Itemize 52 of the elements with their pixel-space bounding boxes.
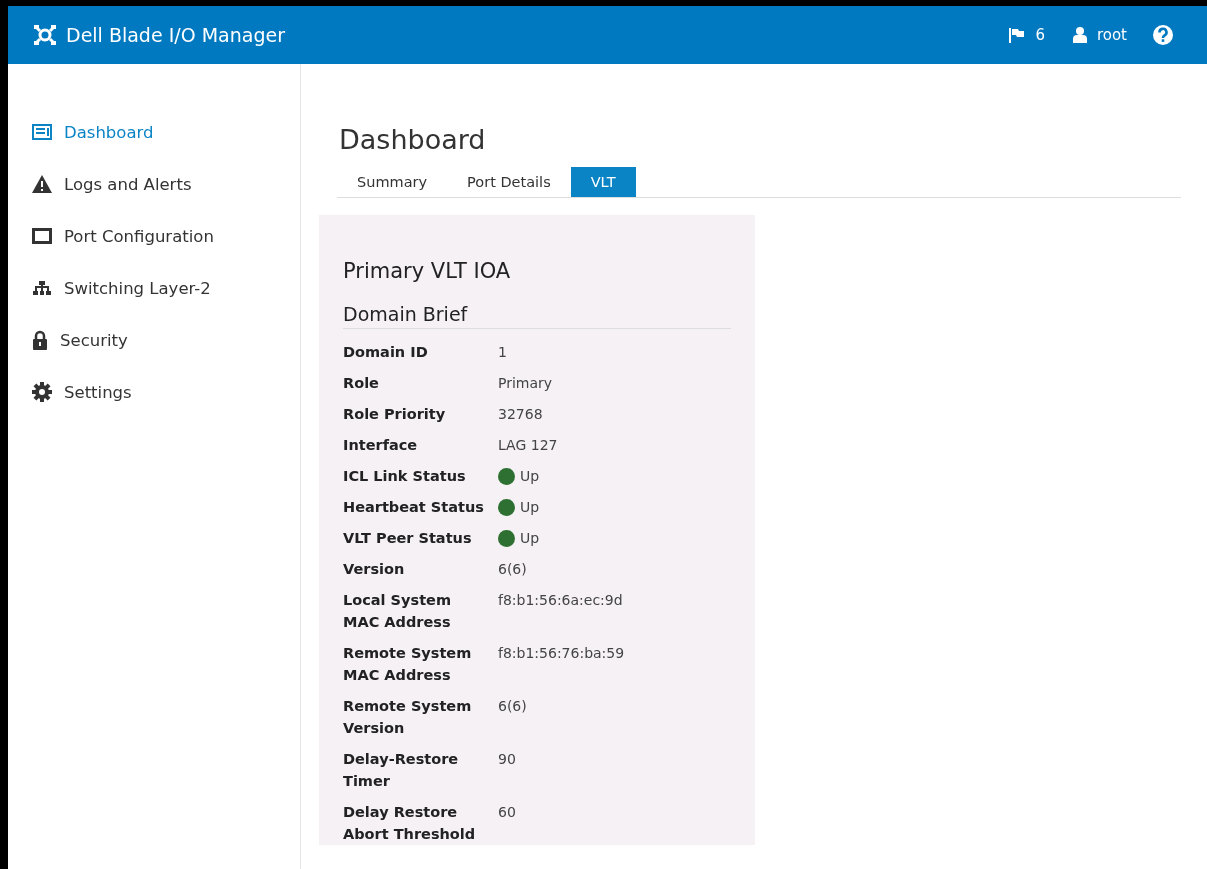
field-value: 6(6) bbox=[498, 560, 528, 579]
logo-icon bbox=[34, 25, 56, 45]
field-label: Role bbox=[343, 374, 380, 393]
field-value: f8:b1:56:6a:ec:9d bbox=[498, 591, 624, 610]
field-value: 1 bbox=[498, 343, 508, 362]
field-value: 60 bbox=[498, 803, 517, 822]
sidebar-item[interactable]: Switching Layer-2 bbox=[8, 262, 300, 314]
sidebar-item[interactable]: Dashboard bbox=[8, 106, 300, 158]
dashboard-icon bbox=[32, 124, 52, 140]
tab[interactable]: Summary bbox=[337, 167, 448, 197]
field-value: 90 bbox=[498, 750, 517, 769]
warning-icon bbox=[32, 175, 52, 193]
field-label: ICL Link Status bbox=[343, 467, 467, 486]
field-value: Primary bbox=[498, 374, 554, 393]
lock-icon bbox=[32, 330, 48, 350]
field-label: Remote System Version bbox=[343, 697, 473, 738]
tab[interactable]: VLT bbox=[570, 167, 636, 197]
settings-icon bbox=[32, 382, 52, 402]
field-value: LAG 127 bbox=[498, 436, 559, 455]
field-label: VLT Peer Status bbox=[343, 529, 473, 548]
section-heading: Domain Brief bbox=[343, 303, 731, 329]
field-value: 32768 bbox=[498, 405, 544, 424]
field-label: Heartbeat Status bbox=[343, 498, 485, 517]
alerts-button[interactable]: 6 bbox=[1009, 26, 1045, 44]
monitor-icon bbox=[32, 228, 52, 244]
app-title: Dell Blade I/O Manager bbox=[66, 24, 286, 46]
flag-icon bbox=[1009, 27, 1026, 43]
sidebar-item[interactable]: Port Configuration bbox=[8, 210, 300, 262]
field-value: 6(6) bbox=[498, 697, 528, 716]
help-icon bbox=[1153, 25, 1173, 45]
field-label: Role Priority bbox=[343, 405, 447, 424]
network-icon bbox=[32, 281, 52, 295]
field-label: Interface bbox=[343, 436, 419, 455]
field-label: Version bbox=[343, 560, 406, 579]
field-value: f8:b1:56:76:ba:59 bbox=[498, 644, 626, 663]
panel-title: Primary VLT IOA bbox=[343, 259, 512, 283]
user-icon bbox=[1072, 27, 1087, 43]
sidebar-item[interactable]: Settings bbox=[8, 366, 300, 418]
user-menu[interactable]: root bbox=[1072, 26, 1127, 44]
field-value: Up bbox=[520, 529, 540, 548]
field-label: Domain ID bbox=[343, 343, 429, 362]
field-value: Up bbox=[520, 498, 540, 517]
field-label: Delay-Restore Timer bbox=[343, 750, 460, 791]
tab[interactable]: Port Details bbox=[447, 167, 571, 197]
field-label: Remote System MAC Address bbox=[343, 644, 473, 685]
field-label: Delay Restore Abort Threshold bbox=[343, 803, 477, 844]
page-title: Dashboard bbox=[339, 124, 487, 155]
sidebar-item[interactable]: Logs and Alerts bbox=[8, 158, 300, 210]
help-button[interactable] bbox=[1153, 25, 1173, 45]
field-value: Up bbox=[520, 467, 540, 486]
field-label: Local System MAC Address bbox=[343, 591, 452, 632]
sidebar-item[interactable]: Security bbox=[8, 314, 300, 366]
